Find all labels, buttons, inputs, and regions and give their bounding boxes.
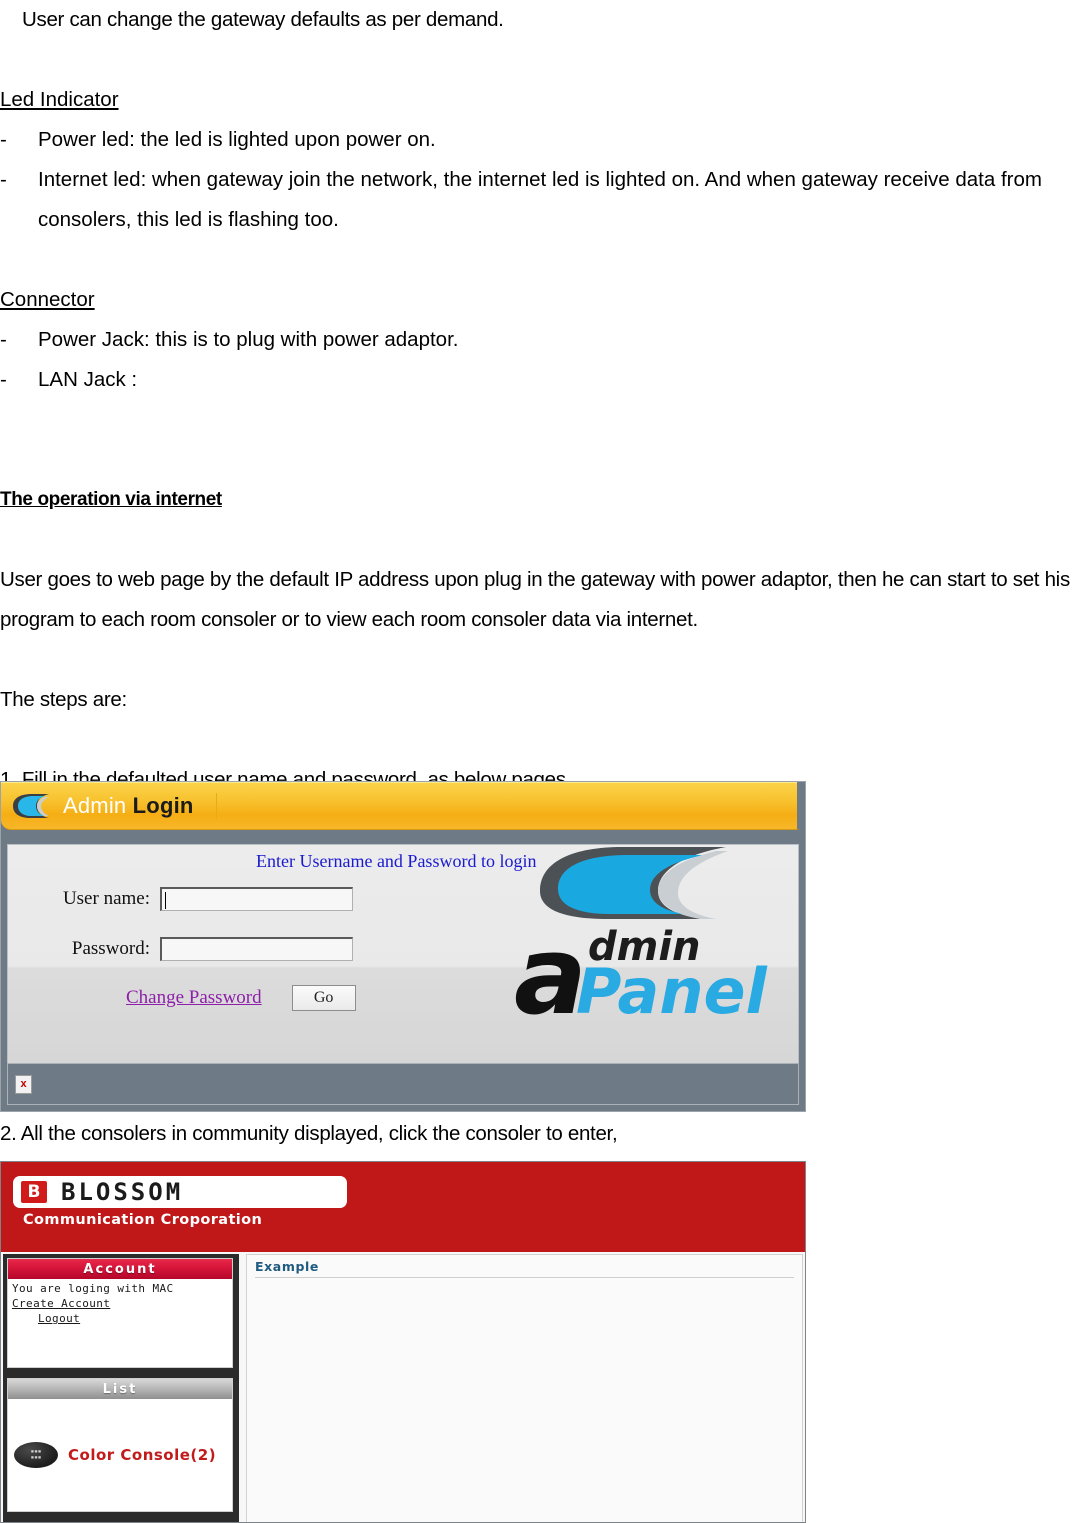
bullet-text: Power Jack: this is to plug with power a…	[38, 328, 459, 351]
text-caret	[165, 892, 166, 909]
admin-login-screenshot: Admin Login Enter Username and Password …	[0, 781, 806, 1112]
blossom-header: B BLOSSOM Communication Croporation	[1, 1162, 805, 1252]
broken-image-icon: x	[15, 1074, 32, 1094]
heading-led-indicator: Led Indicator	[0, 88, 119, 111]
console-icon: ▪▪▪ ▪▪▪	[14, 1442, 58, 1468]
login-chrome-strip	[1, 830, 805, 844]
logout-link[interactable]: Logout	[38, 1311, 80, 1326]
bullet-lan-jack: - LAN Jack :	[0, 360, 1087, 400]
blossom-logo: B BLOSSOM	[13, 1176, 347, 1208]
console-icon-glyph: ▪▪▪ ▪▪▪	[30, 1448, 42, 1461]
blossom-logo-badge: B	[21, 1181, 47, 1203]
step-2-caption: 2. All the consolers in community displa…	[0, 1122, 618, 1145]
blossom-body: Account You are loging with MAC Create A…	[1, 1252, 805, 1522]
bullet-marker: -	[0, 368, 7, 391]
account-panel: Account You are loging with MAC Create A…	[7, 1258, 233, 1368]
blossom-console-screenshot: B BLOSSOM Communication Croporation Acco…	[0, 1161, 806, 1523]
blossom-subtitle: Communication Croporation	[23, 1212, 263, 1228]
login-footer-bar: x	[7, 1063, 799, 1105]
username-field-row: User name:	[50, 887, 353, 911]
apanel-logo: a dmin Panel	[458, 845, 788, 1057]
create-account-link[interactable]: Create Account	[12, 1296, 110, 1311]
login-prompt-text: Enter Username and Password to login	[256, 851, 537, 871]
bullet-internet-led: - Internet led: when gateway join the ne…	[0, 160, 1087, 240]
login-header-bar: Admin Login	[1, 782, 805, 830]
bullet-marker: -	[0, 168, 7, 191]
username-input[interactable]	[160, 887, 353, 911]
title-divider	[215, 792, 217, 819]
username-label: User name:	[62, 888, 150, 909]
list-panel: List ▪▪▪ ▪▪▪ Color Console(2)	[7, 1378, 233, 1512]
operation-paragraph: User goes to web page by the default IP …	[0, 568, 1070, 631]
change-password-link[interactable]: Change Password	[126, 987, 270, 1009]
color-console-item[interactable]: Color Console(2)	[68, 1446, 216, 1464]
password-input[interactable]	[160, 937, 353, 961]
go-button[interactable]: Go	[291, 985, 356, 1011]
password-label: Password:	[71, 938, 150, 959]
login-actions: Change Password Go	[126, 985, 356, 1011]
create-account-row: Create Account	[12, 1296, 228, 1311]
bullet-power-led: - Power led: the led is lighted upon pow…	[0, 120, 1087, 160]
list-panel-content: ▪▪▪ ▪▪▪ Color Console(2)	[8, 1399, 232, 1511]
account-panel-content: You are loging with MAC Create Account L…	[8, 1279, 232, 1328]
blossom-main-panel: Example	[246, 1254, 803, 1522]
apanel-text-dmin: dmin	[588, 924, 701, 970]
apanel-swoosh-icon	[532, 845, 732, 923]
section-led-indicator: Led Indicator - Power led: the led is li…	[0, 80, 1087, 240]
login-title-login: Login	[132, 792, 194, 818]
apanel-text-panel: Panel	[576, 955, 767, 1028]
section-operation: The operation via internet	[0, 480, 1087, 520]
bullet-text: LAN Jack :	[38, 368, 138, 391]
section-connector: Connector - Power Jack: this is to plug …	[0, 280, 1087, 400]
steps-lead: The steps are:	[0, 688, 127, 711]
login-title: Admin Login	[63, 792, 217, 819]
blossom-logo-wordmark: BLOSSOM	[61, 1178, 184, 1206]
bullet-marker: -	[0, 328, 7, 351]
account-status-text: You are loging with MAC	[12, 1282, 174, 1295]
apanel-letter-a: a	[514, 914, 587, 1039]
brand-swoosh-icon	[11, 793, 51, 819]
heading-operation-via-internet: The operation via internet	[0, 489, 222, 510]
heading-connector: Connector	[0, 288, 95, 311]
login-form-panel: Enter Username and Password to login Use…	[7, 844, 799, 1066]
intro-paragraph: User can change the gateway defaults as …	[22, 8, 504, 31]
logout-row: Logout	[12, 1311, 228, 1326]
apanel-wordmark: a dmin Panel	[492, 913, 792, 1033]
bullet-power-jack: - Power Jack: this is to plug with power…	[0, 320, 1087, 360]
document-body: User can change the gateway defaults as …	[0, 0, 1087, 800]
example-panel-title: Example	[255, 1259, 794, 1278]
list-panel-title: List	[8, 1379, 232, 1399]
password-field-row: Password:	[50, 937, 353, 961]
account-panel-title: Account	[8, 1259, 232, 1279]
bullet-text: Internet led: when gateway join the netw…	[38, 168, 1042, 231]
login-title-admin: Admin	[63, 792, 127, 818]
bullet-text: Power led: the led is lighted upon power…	[38, 128, 436, 151]
bullet-marker: -	[0, 128, 7, 151]
blossom-sidebar: Account You are loging with MAC Create A…	[3, 1254, 239, 1522]
